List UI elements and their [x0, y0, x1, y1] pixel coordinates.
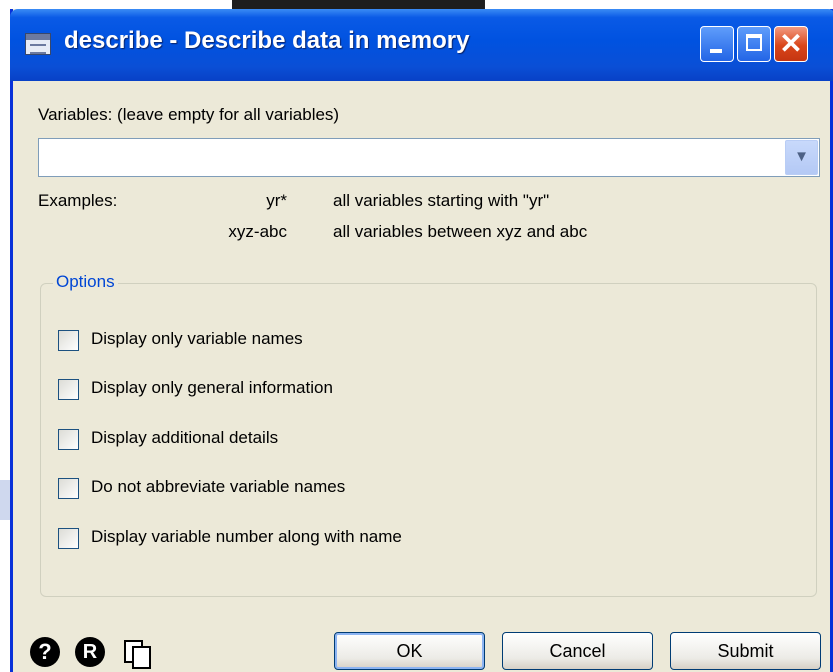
help-icon[interactable]: ? [30, 637, 60, 667]
option-label-additional-details[interactable]: Display additional details [91, 428, 278, 448]
example-pattern: xyz-abc [228, 222, 287, 241]
reset-icon[interactable]: R [75, 637, 105, 667]
option-checkbox-variable-names[interactable] [58, 330, 79, 351]
cancel-button[interactable]: Cancel [502, 632, 653, 670]
example-pattern: yr* [266, 191, 287, 210]
maximize-button[interactable] [737, 26, 771, 62]
examples-heading: Examples: [38, 191, 118, 210]
title-bar[interactable]: describe - Describe data in memory ✕ [10, 9, 833, 81]
copy-command-icon[interactable] [121, 637, 151, 669]
options-group-title: Options [53, 272, 118, 292]
variables-combobox[interactable]: ▼ [38, 138, 820, 177]
variables-label: Variables: (leave empty for all variable… [38, 105, 340, 124]
maximize-icon [746, 34, 762, 51]
example-description: all variables between xyz and abc [333, 222, 588, 241]
background-window-strip [232, 0, 484, 9]
dialog-body: Variables: (leave empty for all variable… [13, 81, 830, 672]
window-title: describe - Describe data in memory [64, 27, 470, 54]
option-checkbox-general-information[interactable] [58, 379, 79, 400]
example-description: all variables starting with "yr" [333, 191, 550, 210]
option-label-variable-names[interactable]: Display only variable names [91, 329, 303, 349]
close-button[interactable]: ✕ [774, 26, 808, 62]
chevron-down-icon: ▼ [794, 148, 809, 165]
close-icon: ✕ [779, 28, 803, 59]
option-label-no-abbreviate[interactable]: Do not abbreviate variable names [91, 477, 345, 497]
option-checkbox-additional-details[interactable] [58, 429, 79, 450]
ok-button[interactable]: OK [334, 632, 485, 670]
minimize-icon [710, 49, 722, 53]
option-label-general-information[interactable]: Display only general information [91, 378, 333, 398]
describe-dialog: describe - Describe data in memory ✕ Var… [10, 9, 833, 672]
dialog-app-icon [25, 33, 51, 55]
variables-dropdown-button[interactable]: ▼ [785, 140, 818, 175]
minimize-button[interactable] [700, 26, 734, 62]
copy-page-front [132, 646, 151, 669]
option-label-variable-number[interactable]: Display variable number along with name [91, 527, 402, 547]
option-checkbox-variable-number[interactable] [58, 528, 79, 549]
submit-button[interactable]: Submit [670, 632, 821, 670]
option-checkbox-no-abbreviate[interactable] [58, 478, 79, 499]
